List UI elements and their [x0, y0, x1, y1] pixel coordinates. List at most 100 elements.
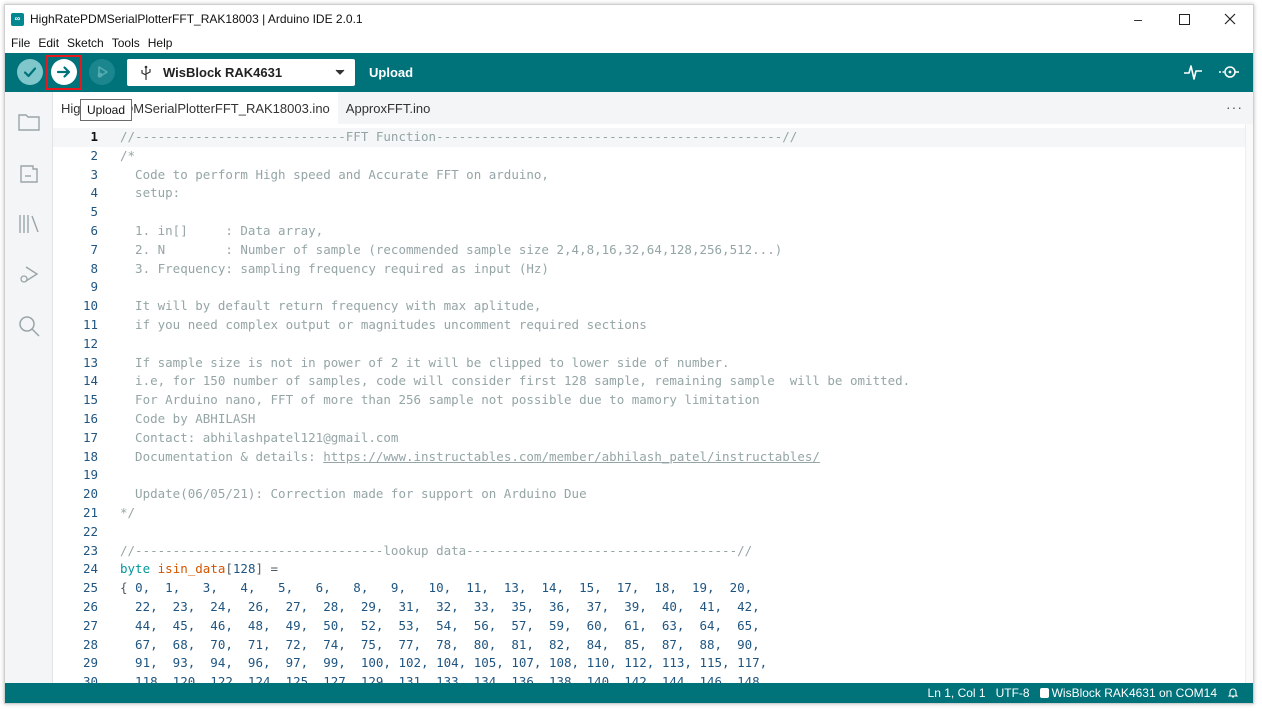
- code-line[interactable]: 25 { 0, 1, 3, 4, 5, 6, 8, 9, 10, 11, 13, …: [53, 579, 1253, 598]
- line-number: 1: [90, 129, 98, 144]
- code-line[interactable]: 4 setup:: [53, 184, 1253, 203]
- code-token: byte: [120, 561, 158, 577]
- line-code: if you need complex output or magnitudes…: [120, 316, 647, 335]
- menu-file[interactable]: File: [7, 36, 34, 50]
- upload-highlight-box: [46, 55, 82, 90]
- code-line[interactable]: 1 //----------------------------FFT Funct…: [53, 128, 1253, 147]
- editor-tab-bar: HighRatePDMSerialPlotterFFT_RAK18003.ino…: [53, 92, 1253, 124]
- line-number: 19: [82, 467, 98, 483]
- code-line[interactable]: 7 2. N : Number of sample (recommended s…: [53, 241, 1253, 260]
- line-code: //----------------------------FFT Functi…: [120, 128, 797, 147]
- code-token: if you need complex output or magnitudes…: [120, 317, 647, 332]
- code-token: Documentation & details:: [120, 448, 324, 464]
- window-title: HighRatePDMSerialPlotterFFT_RAK18003 | A…: [30, 12, 363, 26]
- code-token: 67, 68, 70, 71, 72, 74, 75, 77, 78, 80, …: [120, 636, 760, 652]
- close-button[interactable]: [1207, 5, 1253, 33]
- code-line[interactable]: 10 It will by default return frequency w…: [53, 297, 1253, 316]
- code-token: 128: [232, 561, 256, 577]
- code-line[interactable]: 2 /*: [53, 147, 1253, 166]
- activity-sidebar: [5, 92, 53, 685]
- board-port-status[interactable]: WisBlock RAK4631 on COM14: [1039, 686, 1217, 700]
- file-encoding[interactable]: UTF-8: [996, 686, 1030, 700]
- code-line[interactable]: 23 //---------------------------------loo…: [53, 542, 1253, 561]
- line-code: 91, 93, 94, 96, 97, 99, 100, 102, 104, 1…: [120, 654, 767, 673]
- line-number: 16: [82, 411, 98, 426]
- code-token: i.e, for 150 number of samples, code wil…: [120, 373, 911, 389]
- code-line[interactable]: 6 1. in[] : Data array,: [53, 222, 1253, 241]
- maximize-button[interactable]: [1161, 5, 1207, 33]
- code-token: 3. Frequency: sampling frequency require…: [120, 260, 549, 276]
- line-code: /*: [120, 147, 135, 166]
- cursor-position[interactable]: Ln 1, Col 1: [928, 686, 986, 700]
- menu-help[interactable]: Help: [144, 36, 177, 50]
- verify-button[interactable]: [17, 59, 43, 85]
- code-line[interactable]: 8 3. Frequency: sampling frequency requi…: [53, 260, 1253, 279]
- code-line[interactable]: 9: [53, 278, 1253, 297]
- code-line[interactable]: 18 Documentation & details: https://www.…: [53, 448, 1253, 467]
- more-actions-icon[interactable]: ···: [1226, 99, 1243, 115]
- code-token: 44, 45, 46, 48, 49, 50, 52, 53, 54, 56, …: [120, 617, 760, 633]
- line-number: 25: [82, 580, 98, 596]
- code-line[interactable]: 20 Update(06/05/21): Correction made for…: [53, 485, 1253, 504]
- line-number: 10: [82, 298, 98, 314]
- code-token: //----------------------------FFT Functi…: [120, 129, 798, 144]
- arduino-logo-icon: ∞: [11, 12, 24, 26]
- code-line[interactable]: 3 Code to perform High speed and Accurat…: [53, 166, 1253, 185]
- line-code: { 0, 1, 3, 4, 5, 6, 8, 9, 10, 11, 13, 14…: [120, 579, 752, 598]
- minimize-button[interactable]: –: [1115, 5, 1161, 33]
- code-line[interactable]: 16 Code by ABHILASH: [53, 410, 1253, 429]
- code-line[interactable]: 26 22, 23, 24, 26, 27, 28, 29, 31, 32, 3…: [53, 598, 1253, 617]
- code-line[interactable]: 27 44, 45, 46, 48, 49, 50, 52, 53, 54, 5…: [53, 617, 1253, 636]
- line-number: 21: [82, 505, 98, 520]
- code-line[interactable]: 24 byte isin_data[128] =: [53, 560, 1253, 579]
- line-number: 11: [82, 317, 98, 332]
- code-line[interactable]: 11 if you need complex output or magnitu…: [53, 316, 1253, 335]
- search-icon[interactable]: [17, 314, 41, 338]
- code-line[interactable]: 13 If sample size is not in power of 2 i…: [53, 354, 1253, 373]
- notifications-button[interactable]: [1227, 687, 1239, 699]
- line-number: 5: [90, 204, 98, 220]
- code-editor[interactable]: 1 //----------------------------FFT Funct…: [53, 124, 1253, 685]
- board-selector[interactable]: WisBlock RAK4631: [127, 59, 355, 86]
- line-number: 2: [90, 147, 98, 163]
- sketchbook-icon[interactable]: [17, 110, 41, 134]
- code-token: {: [120, 580, 136, 596]
- code-line[interactable]: 29 91, 93, 94, 96, 97, 99, 100, 102, 104…: [53, 654, 1253, 673]
- code-token: 1. in[] : Data array,: [120, 223, 324, 238]
- line-code: 44, 45, 46, 48, 49, 50, 52, 53, 54, 56, …: [120, 617, 760, 636]
- serial-plotter-button[interactable]: [1183, 63, 1203, 84]
- code-token: Code to perform High speed and Accurate …: [120, 166, 549, 182]
- code-token: /*: [120, 147, 136, 163]
- line-number: 18: [82, 448, 98, 464]
- code-line[interactable]: 14 i.e, for 150 number of samples, code …: [53, 372, 1253, 391]
- line-code: Documentation & details: https://www.ins…: [120, 448, 820, 467]
- code-line[interactable]: 5: [53, 203, 1253, 222]
- code-token[interactable]: https://www.instructables.com/member/abh…: [323, 449, 820, 464]
- editor-scrollbar[interactable]: [1245, 124, 1253, 685]
- line-code: 22, 23, 24, 26, 27, 28, 29, 31, 32, 33, …: [120, 598, 760, 617]
- code-line[interactable]: 21 */: [53, 504, 1253, 523]
- library-manager-icon[interactable]: [17, 212, 41, 236]
- debug-button[interactable]: [89, 59, 115, 85]
- line-code: setup:: [120, 184, 180, 203]
- upload-tooltip: Upload: [80, 99, 133, 121]
- serial-plotter-icon: [1184, 65, 1202, 80]
- code-line[interactable]: 12: [53, 335, 1253, 354]
- debug-icon[interactable]: [17, 262, 41, 286]
- line-code: It will by default return frequency with…: [120, 297, 541, 316]
- tab-approxfft-ino[interactable]: ApproxFFT.ino: [338, 92, 439, 124]
- line-number: 7: [90, 241, 98, 257]
- code-line[interactable]: 19: [53, 466, 1253, 485]
- menu-sketch[interactable]: Sketch: [63, 36, 108, 50]
- debug-icon: [97, 66, 108, 78]
- code-line[interactable]: 28 67, 68, 70, 71, 72, 74, 75, 77, 78, 8…: [53, 636, 1253, 655]
- code-line[interactable]: 22: [53, 523, 1253, 542]
- line-number: 20: [82, 486, 98, 502]
- code-line[interactable]: 15 For Arduino nano, FFT of more than 25…: [53, 391, 1253, 410]
- menu-edit[interactable]: Edit: [34, 36, 63, 50]
- serial-monitor-button[interactable]: [1217, 63, 1241, 84]
- boards-manager-icon[interactable]: [17, 162, 41, 186]
- code-line[interactable]: 17 Contact: abhilashpatel121@gmail.com: [53, 429, 1253, 448]
- menu-tools[interactable]: Tools: [108, 36, 144, 50]
- code-token: 22, 23, 24, 26, 27, 28, 29, 31, 32, 33, …: [120, 599, 760, 614]
